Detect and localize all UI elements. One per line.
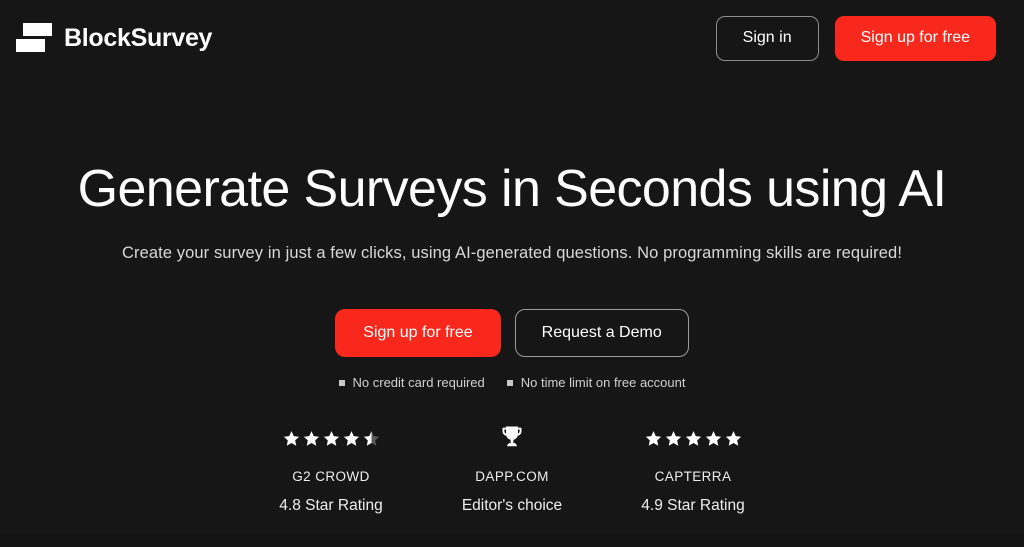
blocksurvey-logo-icon bbox=[16, 21, 52, 55]
hero-subtitle: Create your survey in just a few clicks,… bbox=[121, 244, 903, 263]
hero-cta-row: Sign up for free Request a Demo bbox=[0, 309, 1024, 358]
sign-in-button[interactable]: Sign in bbox=[715, 15, 819, 61]
note-label: No credit card required bbox=[352, 375, 485, 391]
badge-subtitle: 4.9 Star Rating bbox=[641, 497, 745, 515]
square-bullet-icon bbox=[338, 379, 345, 386]
badge-title: DAPP.COM bbox=[475, 469, 549, 485]
site-header: BlockSurvey Sign in Sign up for free bbox=[0, 0, 1024, 76]
badge-g2-crowd: G2 CROWD 4.8 Star Rating bbox=[241, 425, 422, 515]
square-bullet-icon bbox=[506, 379, 513, 386]
star-icon bbox=[303, 430, 319, 446]
trophy-icon bbox=[500, 425, 524, 451]
hero-notes: No credit card required No time limit on… bbox=[0, 375, 1024, 390]
request-demo-button[interactable]: Request a Demo bbox=[514, 309, 689, 358]
brand-logo[interactable]: BlockSurvey bbox=[16, 21, 212, 55]
brand-name: BlockSurvey bbox=[64, 23, 213, 52]
badge-title: CAPTERRA bbox=[654, 469, 732, 485]
badge-capterra: CAPTERRA 4.9 Star Rating bbox=[603, 425, 784, 515]
badge-dapp-com: DAPP.COM Editor's choice bbox=[422, 425, 603, 515]
star-half-icon bbox=[363, 430, 379, 446]
bottom-edge-band bbox=[0, 533, 1024, 547]
star-icon bbox=[705, 430, 721, 446]
note-item: No time limit on free account bbox=[506, 375, 686, 391]
sign-up-button[interactable]: Sign up for free bbox=[834, 15, 996, 61]
header-actions: Sign in Sign up for free bbox=[715, 15, 996, 61]
star-icon bbox=[323, 430, 339, 446]
social-proof-badges: G2 CROWD 4.8 Star Rating DAPP.COM Editor… bbox=[0, 425, 1024, 515]
star-icon bbox=[645, 430, 661, 446]
star-icon bbox=[665, 430, 681, 446]
note-label: No time limit on free account bbox=[520, 375, 686, 391]
badge-subtitle: 4.8 Star Rating bbox=[279, 497, 383, 515]
badge-title: G2 CROWD bbox=[292, 469, 370, 485]
note-item: No credit card required bbox=[338, 375, 485, 391]
hero-sign-up-button[interactable]: Sign up for free bbox=[335, 309, 501, 358]
star-icon bbox=[283, 430, 299, 446]
star-icon bbox=[725, 430, 741, 446]
hero-section: Generate Surveys in Seconds using AI Cre… bbox=[0, 76, 1024, 515]
page-title: Generate Surveys in Seconds using AI bbox=[77, 160, 947, 218]
trophy-glyph bbox=[502, 426, 522, 447]
star-rating-icon bbox=[645, 425, 742, 451]
star-icon bbox=[343, 430, 359, 446]
badge-subtitle: Editor's choice bbox=[461, 497, 563, 515]
star-rating-icon bbox=[283, 425, 380, 451]
star-icon bbox=[685, 430, 701, 446]
